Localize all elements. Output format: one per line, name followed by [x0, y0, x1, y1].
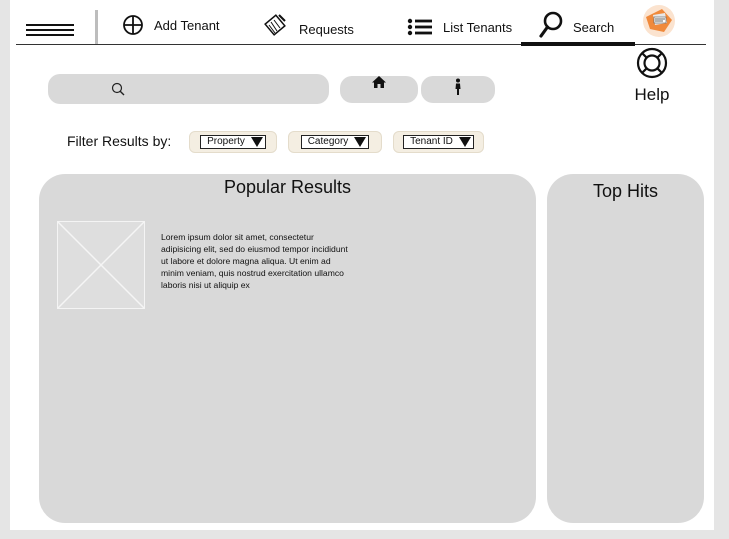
- property-dropdown[interactable]: Property: [189, 131, 277, 153]
- search-icon: [539, 11, 563, 39]
- category-dropdown[interactable]: Category: [288, 131, 382, 153]
- chevron-down-icon: [250, 137, 263, 147]
- result-image-placeholder[interactable]: [57, 221, 145, 309]
- top-hits-title: Top Hits: [592, 181, 659, 201]
- property-dropdown-box: Property: [200, 135, 266, 149]
- avatar[interactable]: [643, 5, 675, 37]
- page: Add Tenant Requests List Tenants Search …: [10, 0, 714, 530]
- chevron-down-icon: [354, 137, 367, 147]
- nav-divider: [95, 10, 98, 44]
- nav-add-tenant[interactable]: Add Tenant: [122, 8, 220, 42]
- chevron-down-icon: [458, 137, 471, 147]
- nav-search-label: Search: [573, 19, 615, 35]
- tenant-id-dropdown-label: Tenant ID: [410, 136, 453, 147]
- requests-icon: [263, 12, 289, 38]
- home-filter-button[interactable]: [340, 76, 418, 103]
- tenant-id-dropdown[interactable]: Tenant ID: [393, 131, 484, 153]
- nav-add-tenant-label: Add Tenant: [154, 17, 220, 33]
- nav-requests-label: Requests: [299, 21, 354, 37]
- nav-list-tenants-label: List Tenants: [443, 19, 513, 35]
- nav-requests[interactable]: Requests: [263, 8, 354, 42]
- nav-search[interactable]: Search: [539, 8, 614, 42]
- add-circle-icon: [122, 14, 144, 36]
- help-lifebuoy-icon: [636, 47, 668, 83]
- menu-icon[interactable]: [26, 24, 74, 40]
- property-dropdown-label: Property: [207, 136, 245, 147]
- filter-label: Filter Results by:: [67, 133, 172, 149]
- help-button[interactable]: Help: [630, 47, 674, 105]
- popular-results-title: Popular Results: [223, 177, 352, 197]
- search-input[interactable]: [48, 74, 329, 104]
- top-hits-panel: Top Hits: [547, 174, 704, 523]
- result-description: Lorem ipsum dolor sit amet, consectetur …: [161, 232, 348, 290]
- home-icon: [371, 74, 387, 95]
- category-dropdown-label: Category: [307, 136, 349, 147]
- list-icon: [407, 17, 433, 37]
- person-icon: [454, 78, 462, 101]
- nav-list-tenants[interactable]: List Tenants: [407, 10, 512, 44]
- person-filter-button[interactable]: [421, 76, 495, 103]
- tenant-id-dropdown-box: Tenant ID: [403, 135, 474, 149]
- nav-active-indicator: [521, 42, 635, 46]
- category-dropdown-box: Category: [300, 135, 370, 149]
- help-label: Help: [634, 85, 670, 104]
